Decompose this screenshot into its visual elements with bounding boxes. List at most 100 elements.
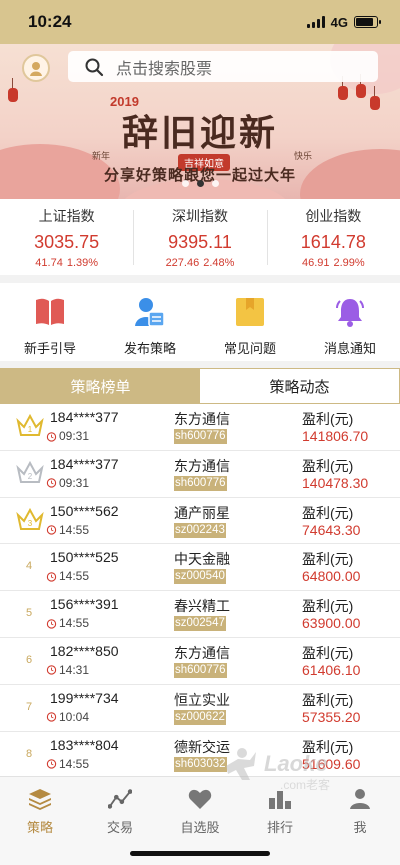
ranking-icon: [268, 787, 292, 811]
index-change: 46.91 2.99%: [267, 257, 400, 269]
profit-label: 盈利(元): [302, 738, 354, 755]
network-label: 4G: [330, 14, 348, 30]
quicklink-publish[interactable]: 发布策略: [100, 283, 200, 361]
entry-time-text: 09:31: [59, 475, 90, 490]
avatar[interactable]: [22, 54, 50, 82]
book-icon: [33, 295, 67, 329]
entry-time: 09:31: [46, 429, 89, 443]
entry-time: 14:55: [46, 523, 89, 537]
entry-time: 09:31: [46, 476, 89, 490]
quick-links: 新手引导 发布策略 常见问题 消息通知: [0, 283, 400, 361]
index-card-shenzhen[interactable]: 深圳指数 9395.11 227.46 2.48%: [133, 206, 266, 269]
status-indicators: 4G: [306, 14, 381, 30]
quicklink-label: 新手引导: [23, 341, 76, 356]
profit-label: 盈利(元): [302, 691, 354, 708]
stock-code: sh600776: [174, 475, 227, 491]
stock-name: 东方通信: [174, 457, 230, 474]
stock-code: sz000622: [174, 709, 226, 725]
battery-fill: [356, 18, 373, 26]
search-input[interactable]: 点击搜索股票: [68, 51, 378, 82]
stack-icon: [28, 787, 52, 811]
logo-icon: [30, 62, 42, 76]
ranking-row[interactable]: 8 183****804 14:55 德新交运 sh603032 盈利(元) 51609.6…: [0, 732, 400, 776]
stock-code: sz000540: [174, 569, 226, 585]
entry-time: 10:04: [46, 710, 89, 724]
lantern-icon: [356, 74, 366, 98]
entry-time: 14:55: [46, 569, 89, 583]
carousel-dots[interactable]: [0, 180, 400, 187]
rank-number: 1: [28, 425, 33, 434]
stock-name: 春兴精工: [174, 598, 230, 615]
ranking-row[interactable]: 5 156****391 14:55 春兴精工 sz002547 盈利(元) 63900.0…: [0, 591, 400, 638]
crown-icon: 3: [16, 506, 44, 534]
profit-label: 盈利(元): [302, 504, 354, 521]
ranking-row[interactable]: 4 150****525 14:55 中天金融 sz000540 盈利(元) 64800.0…: [0, 544, 400, 592]
ranking-row[interactable]: 6 182****850 14:31 东方通信 sh600776 盈利(元) 61406.1…: [0, 638, 400, 685]
alarm-clock-icon: [46, 665, 57, 676]
index-change-percent: 2.99%: [333, 256, 365, 269]
status-bar: 10:24 4G: [0, 0, 400, 44]
index-change: 41.74 1.39%: [0, 257, 133, 269]
index-card-shanghai[interactable]: 上证指数 3035.75 41.74 1.39%: [0, 206, 133, 269]
index-change-points: 41.74: [35, 256, 63, 269]
stock-name: 德新交运: [174, 738, 230, 755]
stock-name: 东方通信: [174, 644, 230, 661]
alarm-clock-icon: [46, 759, 57, 769]
ranking-row[interactable]: 3 150****562 14:55 通产丽星 sz002243 盈利(元) 74643.3…: [0, 498, 400, 545]
rank-number: 3: [28, 519, 33, 528]
ranking-row[interactable]: 2 184****377 09:31 东方通信 sh600776 盈利(元) 140478.…: [0, 451, 400, 498]
home-indicator: [130, 851, 270, 856]
person-icon: [348, 787, 372, 811]
user-id: 150****562: [50, 502, 119, 519]
quicklink-guide[interactable]: 新手引导: [0, 283, 100, 361]
crown-icon: 2: [16, 459, 44, 487]
nav-strategy[interactable]: 策略: [0, 777, 80, 865]
quicklink-label: 消息通知: [323, 341, 376, 356]
nav-label: 我: [353, 820, 367, 835]
index-value: 1614.78: [300, 231, 366, 252]
profit-value: 57355.20: [302, 708, 361, 725]
entry-time-text: 10:04: [59, 709, 90, 724]
entry-time-text: 09:31: [59, 429, 90, 443]
market-indices: 上证指数 3035.75 41.74 1.39% 深圳指数 9395.11 227…: [0, 199, 400, 275]
index-name: 创业指数: [305, 207, 362, 224]
alarm-clock-icon: [46, 618, 57, 629]
entry-time: 14:55: [46, 616, 89, 630]
ranking-row[interactable]: 7 199****734 10:04 恒立实业 sz000622 盈利(元) 57355.2…: [0, 685, 400, 732]
carousel-dot[interactable]: [181, 180, 189, 187]
nav-profile[interactable]: 我: [320, 777, 400, 865]
stock-code: sh600776: [174, 662, 227, 678]
profit-label: 盈利(元): [302, 551, 354, 568]
search-icon: [85, 58, 104, 76]
quicklink-faq[interactable]: 常见问题: [200, 283, 300, 361]
nav-label: 交易: [106, 820, 133, 835]
ranking-row[interactable]: 1 184****377 09:31 东方通信 sh600776 盈利(元) 141806.…: [0, 404, 400, 451]
carousel-dot[interactable]: [211, 180, 219, 187]
trend-icon: [108, 787, 132, 811]
index-change-points: 46.91: [301, 256, 330, 269]
user-id: 156****391: [50, 596, 119, 613]
quicklink-label: 发布策略: [123, 341, 176, 356]
stock-code: sh603032: [174, 756, 227, 772]
tab-strategy-ranking[interactable]: 策略榜单: [1, 369, 200, 403]
status-time: 10:24: [28, 12, 72, 31]
alarm-clock-icon: [46, 712, 57, 722]
index-change-percent: 1.39%: [66, 256, 99, 269]
quicklink-notify[interactable]: 消息通知: [300, 283, 400, 361]
index-value: 9395.11: [168, 231, 232, 252]
index-name: 深圳指数: [171, 207, 228, 224]
index-card-chinext[interactable]: 创业指数 1614.78 46.91 2.99%: [266, 206, 400, 269]
user-card-icon: [133, 295, 167, 329]
stock-code: sz002243: [174, 522, 226, 538]
nav-label: 自选股: [180, 820, 220, 835]
profit-label: 盈利(元): [302, 457, 354, 474]
search-placeholder: 点击搜索股票: [116, 60, 213, 78]
tab-strategy-feed[interactable]: 策略动态: [200, 369, 399, 403]
quicklink-label: 常见问题: [223, 341, 276, 356]
alarm-clock-icon: [46, 525, 57, 535]
stock-code: sh600776: [174, 429, 227, 444]
carousel-dot[interactable]: [196, 180, 204, 187]
alarm-clock-icon: [46, 478, 57, 488]
user-id: 199****734: [50, 689, 119, 706]
stock-name: 通产丽星: [174, 504, 230, 521]
